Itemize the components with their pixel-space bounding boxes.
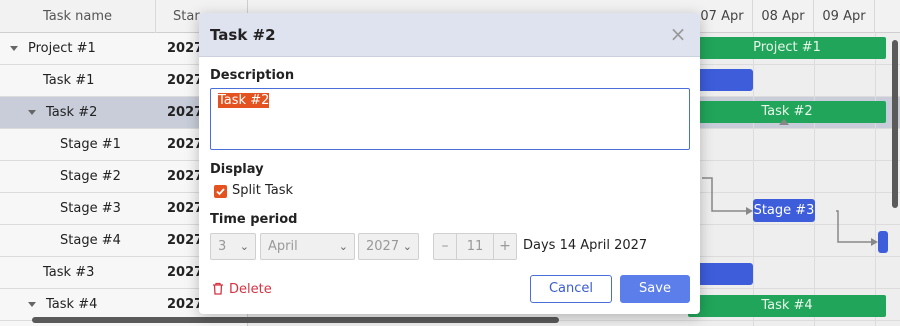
description-label: Description xyxy=(210,68,295,83)
collapse-caret-icon[interactable] xyxy=(28,302,36,307)
timeline-day-column: 08 Apr xyxy=(753,0,814,33)
horizontal-scrollbar[interactable] xyxy=(32,317,559,323)
timeline-day-column: 07 Apr xyxy=(692,0,753,33)
task-edit-dialog: Task #2 × Description Task #2 Display Sp… xyxy=(199,13,700,314)
selected-text: Task #2 xyxy=(218,93,270,108)
split-task-label: Split Task xyxy=(232,183,294,198)
dialog-header: Task #2 × xyxy=(199,13,700,57)
task-name: Stage #3 xyxy=(60,201,121,216)
task-name: Stage #1 xyxy=(60,137,121,152)
month-select[interactable]: April ⌄ xyxy=(260,233,355,260)
stage-4-bar[interactable] xyxy=(878,231,888,253)
column-header-task-name[interactable]: Task name xyxy=(0,0,156,33)
stage-3-bar[interactable]: Stage #3 xyxy=(753,199,815,222)
dialog-title: Task #2 xyxy=(210,26,276,44)
collapse-caret-icon[interactable] xyxy=(10,46,18,51)
task-name: Project #1 xyxy=(28,41,96,56)
cancel-button[interactable]: Cancel xyxy=(530,275,612,303)
collapse-caret-icon[interactable] xyxy=(28,110,36,115)
delete-button[interactable]: Delete xyxy=(212,282,272,297)
chevron-down-icon: ⌄ xyxy=(402,240,412,253)
save-button[interactable]: Save xyxy=(620,275,690,303)
day-stepper[interactable]: – 11 + xyxy=(433,233,517,260)
task-name: Stage #2 xyxy=(60,169,121,184)
timeline-day-column: 09 Apr xyxy=(814,0,875,33)
task-4-bar[interactable]: Task #4 xyxy=(688,295,886,317)
check-icon xyxy=(216,188,225,196)
time-period-label: Time period xyxy=(210,212,298,227)
year-select[interactable]: 2027 ⌄ xyxy=(358,233,419,260)
trash-icon xyxy=(213,282,223,295)
delete-label: Delete xyxy=(229,282,272,297)
progress-handle-icon[interactable] xyxy=(779,119,789,125)
decrement-button[interactable]: – xyxy=(434,234,456,259)
duration-select[interactable]: 3 ⌄ xyxy=(210,233,256,260)
increment-button[interactable]: + xyxy=(494,234,516,259)
chevron-down-icon: ⌄ xyxy=(239,240,249,253)
days-summary: Days 14 April 2027 xyxy=(523,238,648,253)
close-icon[interactable]: × xyxy=(668,24,688,44)
split-task-checkbox[interactable] xyxy=(214,185,227,198)
description-textarea[interactable]: Task #2 xyxy=(210,88,690,150)
year-value: 2027 xyxy=(366,239,400,254)
day-value[interactable]: 11 xyxy=(456,234,494,259)
task-name: Task #1 xyxy=(43,73,95,88)
display-label: Display xyxy=(210,162,264,177)
month-value: April xyxy=(268,239,298,254)
vertical-scrollbar[interactable] xyxy=(892,40,898,208)
task-name: Task #3 xyxy=(43,265,95,280)
task-name: Stage #4 xyxy=(60,233,121,248)
task-name: Task #2 xyxy=(46,105,98,120)
duration-value: 3 xyxy=(218,239,227,254)
project-1-bar[interactable]: Project #1 xyxy=(688,37,886,59)
chevron-down-icon: ⌄ xyxy=(338,240,348,253)
